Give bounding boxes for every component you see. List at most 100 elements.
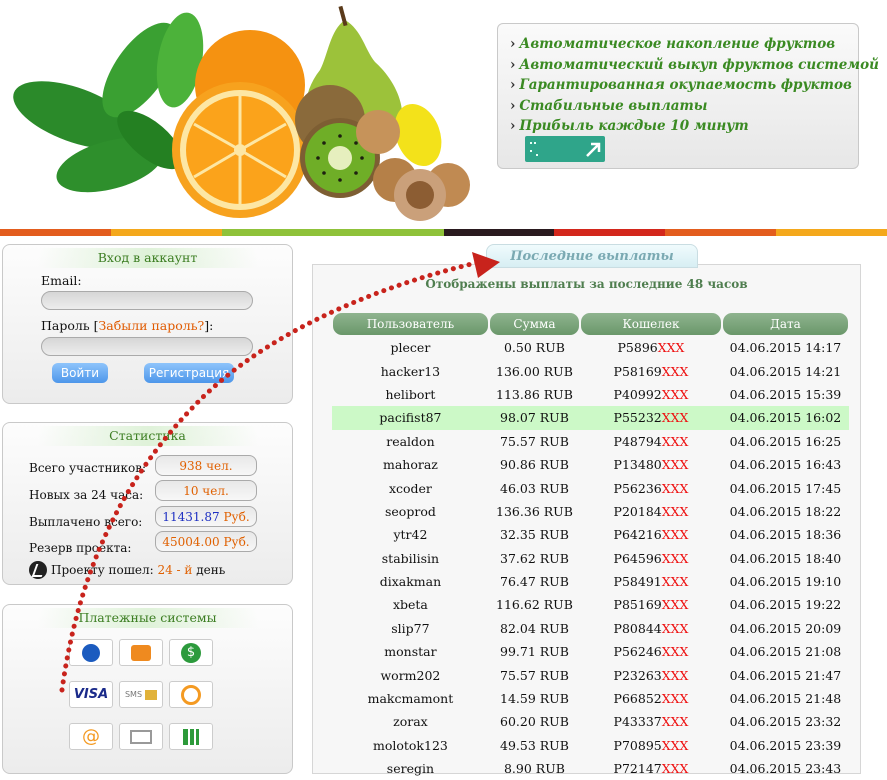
cell-date: 04.06.2015 21:48 <box>729 691 842 707</box>
arrow-link-button[interactable] <box>525 136 605 162</box>
stat-value-members: 938 чел. <box>155 455 257 476</box>
table-row: xcoder 46.03 RUB P56236XXX 04.06.2015 17:45 <box>332 476 849 499</box>
register-button[interactable]: Регистрация <box>144 363 234 383</box>
cell-amount: 76.47 RUB <box>500 574 569 590</box>
cell-date: 04.06.2015 16:25 <box>729 433 842 449</box>
payouts-rows: plecer 0.50 RUB P5896XXX 04.06.2015 14:17 ha… <box>332 336 849 780</box>
cell-wallet: P64596XXX <box>613 550 689 566</box>
table-row: realdon 75.57 RUB P48794XXX 04.06.2015 16:2… <box>332 430 849 453</box>
table-header-row: Пользователь Сумма Кошелек Дата <box>332 312 849 336</box>
webmoney-icon[interactable] <box>69 639 113 666</box>
features-box: › Автоматическое накопление фруктов › Авто… <box>497 23 879 169</box>
money-icon[interactable]: $ <box>169 639 213 666</box>
column-header-wallet[interactable]: Кошелек <box>580 312 722 336</box>
sms-icon[interactable]: SMS <box>119 681 163 708</box>
cell-amount: 37.62 RUB <box>500 550 569 566</box>
stats-panel: Статистика Всего участников: 938 чел. Но… <box>2 422 293 585</box>
table-row: mahoraz 90.86 RUB P13480XXX 04.06.2015 16:4… <box>332 453 849 476</box>
cell-user: ytr42 <box>393 527 428 543</box>
cell-wallet: P55232XXX <box>580 406 722 430</box>
table-row: hacker13 136.00 RUB P58169XXX 04.06.2015 14… <box>332 359 849 382</box>
table-row: zorax 60.20 RUB P43337XXX 04.06.2015 23:32 <box>332 710 849 733</box>
cell-user: zorax <box>393 714 428 730</box>
cell-date: 04.06.2015 19:10 <box>729 574 842 590</box>
cell-user: monstar <box>384 644 437 660</box>
tab-recent-payouts[interactable]: Последние выплаты <box>486 244 698 268</box>
payment-icon[interactable] <box>169 723 213 750</box>
cell-wallet: P72147XXX <box>613 761 689 777</box>
stat-value-reserve: 45004.00 Руб. <box>155 531 257 552</box>
cell-wallet: P48794XXX <box>613 433 689 449</box>
cell-amount: 136.00 RUB <box>496 363 573 379</box>
color-stripe-segment <box>110 229 222 236</box>
cell-amount: 82.04 RUB <box>500 620 569 636</box>
column-header-amount[interactable]: Сумма <box>488 312 581 336</box>
table-row: pacifist87 98.07 RUB P55232XXX 04.06.2015 1… <box>332 406 849 430</box>
forgot-password-link[interactable]: Забыли пароль? <box>99 318 205 333</box>
cell-wallet: P20184XXX <box>613 503 689 519</box>
cell-amount: 75.57 RUB <box>500 433 569 449</box>
cell-amount: 0.50 RUB <box>503 340 565 356</box>
cell-amount: 14.59 RUB <box>500 691 569 707</box>
runner-icon <box>29 561 47 579</box>
cell-date: 04.06.2015 18:36 <box>729 527 842 543</box>
column-header-date[interactable]: Дата <box>721 312 849 336</box>
cell-date: 04.06.2015 16:02 <box>721 406 849 430</box>
cell-user: hacker13 <box>380 363 441 379</box>
payouts-table: Пользователь Сумма Кошелек Дата plecer 0.… <box>332 312 849 780</box>
color-stripe-segment <box>332 229 444 236</box>
visa-icon[interactable]: VISA <box>69 681 113 708</box>
cell-date: 04.06.2015 23:32 <box>729 714 842 730</box>
color-stripe-segment <box>221 229 333 236</box>
feature-item: › Стабильные выплаты <box>510 97 708 114</box>
cell-user: xbeta <box>392 597 428 613</box>
qiwi-icon[interactable] <box>169 681 213 708</box>
cell-user: plecer <box>390 340 431 356</box>
cell-amount: 60.20 RUB <box>500 714 569 730</box>
fruits-banner-image <box>13 5 470 221</box>
color-stripe-segment <box>443 229 555 236</box>
cell-amount: 75.57 RUB <box>500 667 569 683</box>
cell-user: molotok123 <box>372 737 448 753</box>
cell-date: 04.06.2015 18:22 <box>729 503 842 519</box>
cell-user: dixakman <box>379 574 442 590</box>
table-row: molotok123 49.53 RUB P70895XXX 04.06.2015 2… <box>332 734 849 757</box>
password-field[interactable] <box>41 337 253 356</box>
table-row: helibort 113.86 RUB P40992XXX 04.06.2015 15… <box>332 383 849 406</box>
email-money-icon[interactable]: @ <box>69 723 113 750</box>
qiwi-wallet-icon[interactable] <box>119 639 163 666</box>
stat-label-reserve: Резерв проекта: <box>29 541 132 555</box>
table-row: xbeta 116.62 RUB P85169XXX 04.06.2015 19:22 <box>332 593 849 616</box>
table-row: seoprod 136.36 RUB P20184XXX 04.06.2015 18:… <box>332 500 849 523</box>
cell-date: 04.06.2015 21:47 <box>729 667 842 683</box>
table-row: plecer 0.50 RUB P5896XXX 04.06.2015 14:17 <box>332 336 849 359</box>
cell-wallet: P85169XXX <box>613 597 689 613</box>
login-button[interactable]: Войти <box>52 363 108 383</box>
payouts-panel: Отображены выплаты за последние 48 часов… <box>312 264 861 776</box>
stat-label-members: Всего участников: <box>29 461 146 475</box>
cell-date: 04.06.2015 18:40 <box>729 550 842 566</box>
stat-label-new: Новых за 24 часа: <box>29 488 144 502</box>
envelope-icon[interactable] <box>119 723 163 750</box>
color-stripe-segment <box>554 229 666 236</box>
cell-date: 04.06.2015 23:43 <box>729 761 842 777</box>
arrow-up-right-icon <box>530 142 601 157</box>
cell-amount: 116.62 RUB <box>496 597 573 613</box>
table-row: slip77 82.04 RUB P80844XXX 04.06.2015 20:09 <box>332 617 849 640</box>
chevron-right-icon: › <box>510 36 516 52</box>
cell-date: 04.06.2015 19:22 <box>729 597 842 613</box>
cell-user: slip77 <box>391 620 430 636</box>
cell-amount: 46.03 RUB <box>500 480 569 496</box>
email-field[interactable] <box>41 291 253 310</box>
cell-wallet: P66852XXX <box>613 691 689 707</box>
project-days-row: Проекту пошел: 24 - й день <box>29 561 225 579</box>
cell-amount: 49.53 RUB <box>500 737 569 753</box>
stat-value-new: 10 чел. <box>155 480 257 501</box>
cell-amount: 98.07 RUB <box>488 406 581 430</box>
column-header-user[interactable]: Пользователь <box>332 312 489 336</box>
feature-item: › Прибыль каждые 10 минут <box>510 118 749 134</box>
table-row: seregin 8.90 RUB P72147XXX 04.06.2015 23:43 <box>332 757 849 780</box>
cell-user: stabilisin <box>381 550 440 566</box>
cell-amount: 90.86 RUB <box>500 457 569 473</box>
stats-title: Статистика <box>37 426 258 446</box>
